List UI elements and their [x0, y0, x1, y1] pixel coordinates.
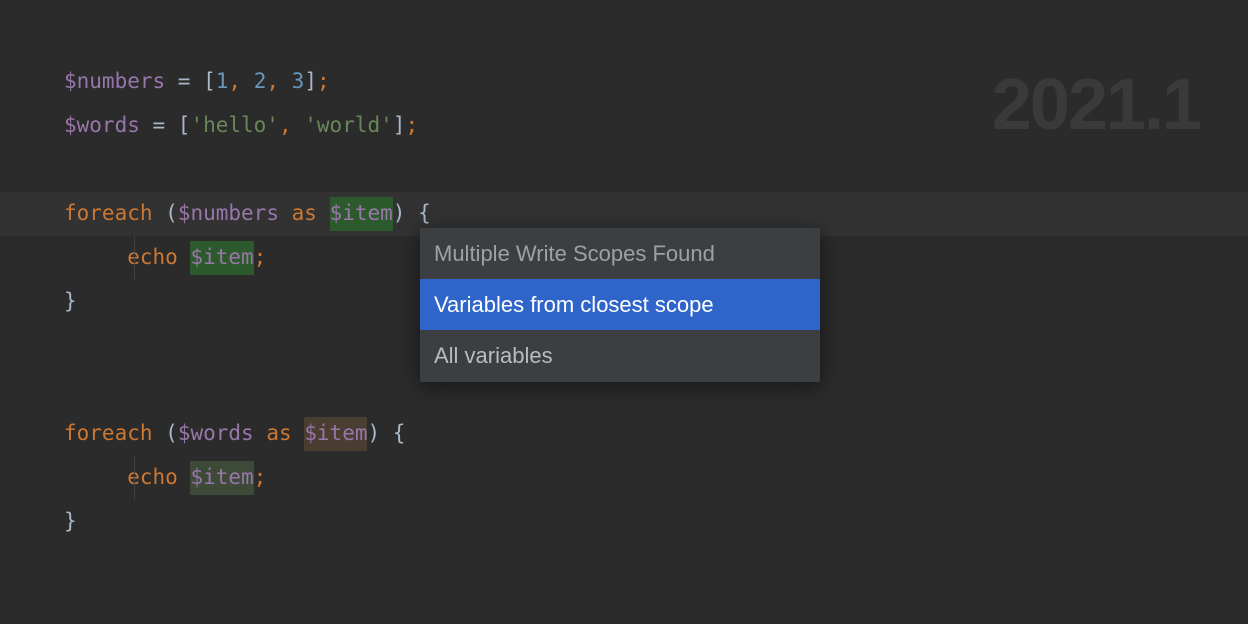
token-brace: }: [64, 505, 77, 539]
token-string: 'hello': [190, 109, 279, 143]
code-line[interactable]: echo $item;: [64, 456, 1248, 500]
token-bracket: [: [203, 65, 216, 99]
popup-title: Multiple Write Scopes Found: [420, 228, 820, 279]
token-variable-highlighted: $item: [190, 241, 253, 275]
code-line-empty[interactable]: [64, 148, 1248, 192]
token-space: [153, 417, 166, 451]
token-variable-highlighted: $item: [190, 461, 253, 495]
token-number: 3: [292, 65, 305, 99]
token-number: 1: [216, 65, 229, 99]
token-comma: ,: [228, 65, 253, 99]
token-paren: ): [393, 197, 406, 231]
popup-item-all-variables[interactable]: All variables: [420, 330, 820, 381]
token-variable: $words: [178, 417, 254, 451]
token-number: 2: [254, 65, 267, 99]
token-variable-highlighted: $item: [304, 417, 367, 451]
token-semicolon: ;: [317, 65, 330, 99]
token-brace: {: [418, 197, 431, 231]
token-keyword: foreach: [64, 417, 153, 451]
token-keyword: foreach: [64, 197, 153, 231]
token-variable: $numbers: [178, 197, 279, 231]
context-popup: Multiple Write Scopes Found Variables fr…: [420, 228, 820, 382]
token-space: [380, 417, 393, 451]
code-line[interactable]: foreach ($words as $item) {: [64, 412, 1248, 456]
token-space: [178, 241, 191, 275]
code-line[interactable]: $numbers = [1, 2, 3];: [64, 60, 1248, 104]
token-indent: [64, 241, 127, 275]
token-operator: =: [140, 109, 178, 143]
token-keyword: as: [279, 197, 330, 231]
token-comma: ,: [266, 65, 291, 99]
token-bracket: [: [178, 109, 191, 143]
popup-item-closest-scope[interactable]: Variables from closest scope: [420, 279, 820, 330]
token-bracket: ]: [393, 109, 406, 143]
token-variable-highlighted: $item: [330, 197, 393, 231]
token-semicolon: ;: [405, 109, 418, 143]
indent-guide: [134, 456, 135, 500]
token-operator: =: [165, 65, 203, 99]
token-paren: (: [165, 417, 178, 451]
token-paren: (: [165, 197, 178, 231]
token-comma: ,: [279, 109, 304, 143]
token-brace: }: [64, 285, 77, 319]
token-space: [178, 461, 191, 495]
token-space: [153, 197, 166, 231]
indent-guide: [134, 236, 135, 280]
token-string: 'world': [304, 109, 393, 143]
token-semicolon: ;: [254, 461, 267, 495]
code-line[interactable]: $words = ['hello', 'world'];: [64, 104, 1248, 148]
token-paren: ): [367, 417, 380, 451]
token-brace: {: [393, 417, 406, 451]
token-variable: $numbers: [64, 65, 165, 99]
token-semicolon: ;: [254, 241, 267, 275]
token-keyword: as: [254, 417, 305, 451]
token-variable: $words: [64, 109, 140, 143]
token-bracket: ]: [304, 65, 317, 99]
token-indent: [64, 461, 127, 495]
code-line[interactable]: }: [64, 500, 1248, 544]
token-space: [405, 197, 418, 231]
